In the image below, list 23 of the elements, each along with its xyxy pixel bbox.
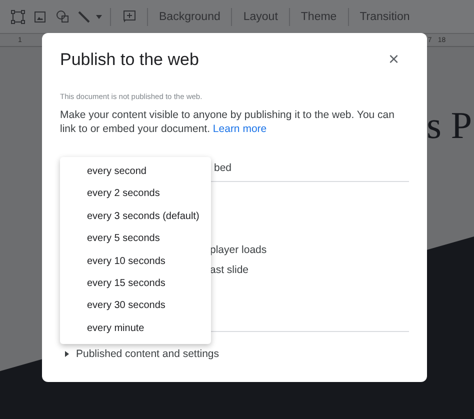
menu-item[interactable]: every 30 seconds [60, 295, 211, 318]
dialog-title: Publish to the web [60, 50, 199, 70]
menu-item[interactable]: every 2 seconds [60, 183, 211, 206]
embed-tab[interactable]: bed [214, 162, 232, 174]
option-label: ast slide [210, 264, 250, 276]
shapes-icon[interactable] [56, 10, 68, 23]
menu-item[interactable]: every 5 seconds [60, 228, 211, 251]
slide-title-text: s P [426, 105, 472, 149]
text-box-icon[interactable] [11, 10, 25, 24]
menu-item[interactable]: every 3 seconds (default) [60, 206, 211, 228]
menu-item[interactable]: every 15 seconds [60, 272, 211, 296]
learn-more-link[interactable]: Learn more [212, 123, 267, 135]
menu-item[interactable]: every minute [60, 318, 211, 340]
published-settings-expander[interactable]: Published content and settings [60, 348, 409, 360]
expand-triangle-icon [64, 351, 70, 357]
line-icon[interactable] [78, 10, 90, 22]
menu-item[interactable]: every second [60, 161, 211, 184]
close-button[interactable]: × [384, 49, 403, 70]
menu-item[interactable]: every 10 seconds [60, 250, 211, 273]
description-text: Make your content visible to anyone by publishing it to the web. You can link to or embed your document. Learn more [60, 108, 396, 136]
add-comment-icon[interactable] [122, 10, 136, 23]
image-icon[interactable] [34, 10, 46, 22]
caret-icon[interactable] [96, 14, 102, 18]
